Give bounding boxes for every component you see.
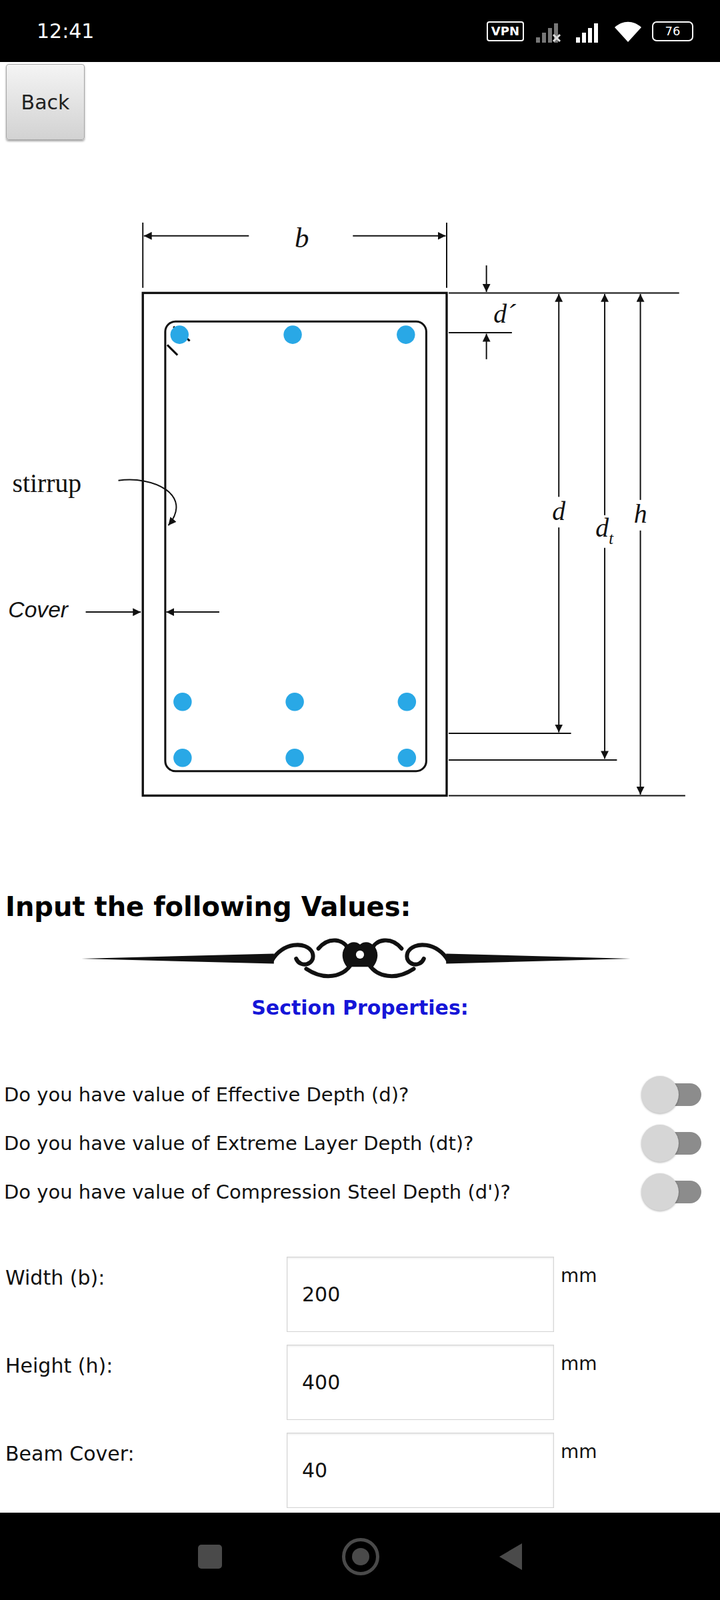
toggle-switch[interactable] xyxy=(641,1076,702,1114)
toggle-label: Do you have value of Effective Depth (d)… xyxy=(4,1083,410,1106)
toggle-switch[interactable] xyxy=(641,1173,702,1211)
back-row: Back xyxy=(0,62,720,140)
rebar xyxy=(170,325,190,344)
field-label: Width (b): xyxy=(0,1256,287,1290)
field-row: Width (b): mm xyxy=(0,1256,720,1332)
cover-label: Cover xyxy=(8,597,69,622)
toggle-row: Do you have value of Effective Depth (d)… xyxy=(0,1070,720,1119)
compression-depth-label: d´ xyxy=(493,299,516,329)
rebar xyxy=(285,692,304,712)
rebar xyxy=(398,692,417,712)
cover-pointer xyxy=(86,611,142,613)
navigation-bar xyxy=(0,1512,720,1600)
toggle-row: Do you have value of Extreme Layer Depth… xyxy=(0,1118,720,1168)
field-input[interactable] xyxy=(286,1432,554,1508)
field-input[interactable] xyxy=(286,1256,554,1332)
rebar xyxy=(283,325,302,344)
rebar xyxy=(173,748,192,768)
stirrup-label: stirrup xyxy=(12,468,82,498)
ornament-divider xyxy=(0,933,720,984)
signal-icon xyxy=(573,20,604,43)
section-title: Section Properties: xyxy=(0,994,720,1022)
toggle-switch[interactable] xyxy=(641,1124,702,1162)
input-heading: Input the following Values: xyxy=(0,890,720,924)
switch-thumb xyxy=(641,1076,679,1114)
toggle-label: Do you have value of Extreme Layer Depth… xyxy=(4,1132,474,1155)
rebar xyxy=(396,325,416,344)
wifi-icon xyxy=(613,20,643,43)
battery-indicator: 76 xyxy=(652,21,694,42)
toggle-row: Do you have value of Compression Steel D… xyxy=(0,1167,720,1216)
height-label: h xyxy=(634,499,648,529)
field-row: Height (h): mm xyxy=(0,1344,720,1420)
width-label: b xyxy=(294,222,309,254)
rebar xyxy=(173,692,192,712)
recents-icon[interactable] xyxy=(198,1544,222,1569)
field-row: Beam Cover: mm xyxy=(0,1432,720,1508)
home-icon[interactable] xyxy=(342,1538,380,1576)
depth-dimensions: d´ ddth xyxy=(448,265,686,796)
field-label: Beam Cover: xyxy=(0,1432,287,1466)
switch-thumb xyxy=(641,1124,679,1162)
vpn-badge: VPN xyxy=(486,21,524,42)
width-dimension: b xyxy=(142,222,447,288)
field-list: Width (b): mm Height (h): mm Beam Cover: mm xyxy=(0,1256,720,1508)
field-label: Height (h): xyxy=(0,1344,287,1378)
stirrup-pointer xyxy=(118,480,177,526)
field-unit: mm xyxy=(554,1432,720,1463)
cover-pointer xyxy=(166,611,220,613)
switch-thumb xyxy=(641,1173,679,1211)
status-icons: VPN 76 xyxy=(486,20,694,43)
status-time: 12:41 xyxy=(36,19,94,43)
field-input[interactable] xyxy=(286,1344,554,1420)
back-nav-icon[interactable] xyxy=(499,1543,522,1570)
status-bar: 12:41 VPN 76 xyxy=(0,0,720,62)
beam-outline xyxy=(142,292,447,796)
home-dot xyxy=(352,1548,370,1566)
signal-weak-icon xyxy=(533,20,564,43)
extreme-depth-label: dt xyxy=(595,513,614,548)
field-unit: mm xyxy=(554,1256,720,1287)
rebar xyxy=(285,748,304,768)
toggle-label: Do you have value of Compression Steel D… xyxy=(4,1180,511,1204)
back-button[interactable]: Back xyxy=(6,64,85,140)
beam-section-diagram: b d´ ddth stirrup Cover xyxy=(0,140,720,816)
effective-depth-label: d xyxy=(552,496,566,526)
stirrup-outline xyxy=(165,321,427,771)
toggle-list: Do you have value of Effective Depth (d)… xyxy=(0,1070,720,1216)
field-unit: mm xyxy=(554,1344,720,1375)
rebar xyxy=(398,748,417,768)
app-screen: 12:41 VPN 76 Back b d´ ddth stirrup Cover Input t… xyxy=(0,0,720,1600)
